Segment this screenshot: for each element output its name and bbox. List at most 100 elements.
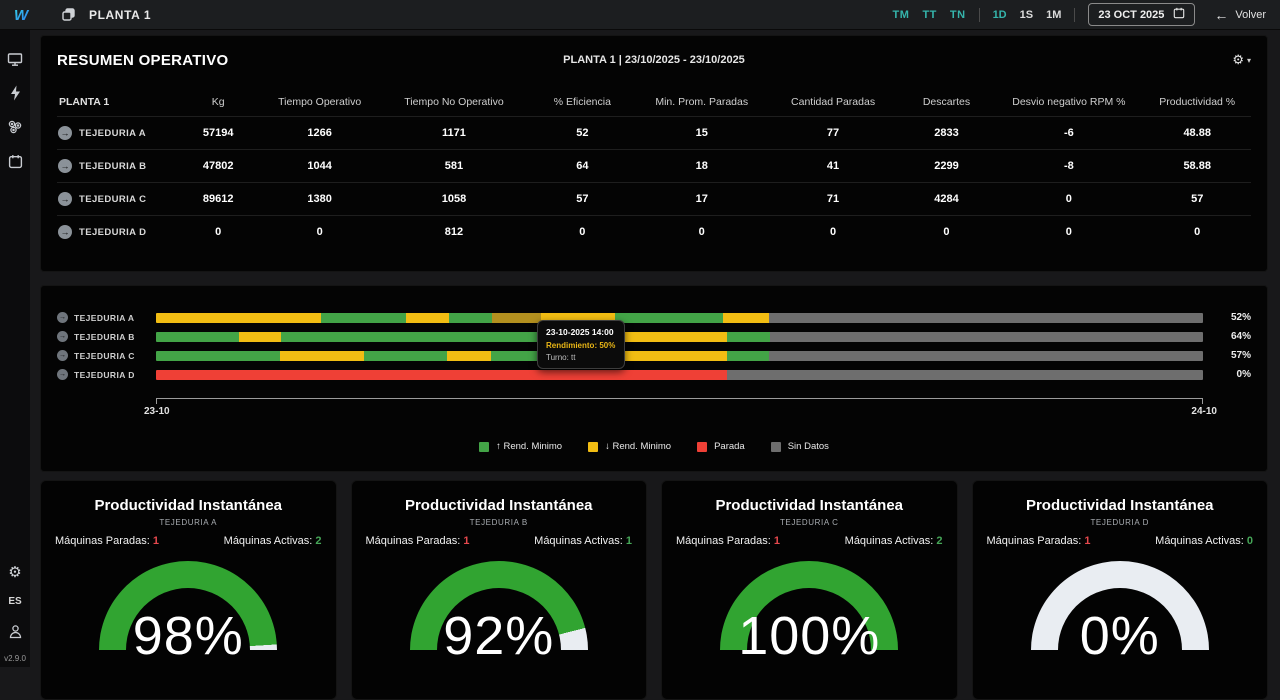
- tooltip-turno: Turno: tt: [546, 353, 616, 362]
- bar-segment[interactable]: [769, 351, 1202, 361]
- table-cell: 71: [767, 184, 898, 214]
- table-row[interactable]: →TEJEDURIA B4780210445816418412299-858.8…: [57, 149, 1251, 182]
- bar-segment[interactable]: [769, 313, 1202, 323]
- bar-segment[interactable]: [447, 351, 491, 361]
- timeline-bar[interactable]: [156, 313, 1203, 323]
- app-logo[interactable]: W: [14, 5, 36, 25]
- timeline-bar[interactable]: [156, 351, 1203, 361]
- row-expand-icon[interactable]: →: [57, 369, 68, 380]
- bar-segment[interactable]: [449, 313, 492, 323]
- row-expand-icon[interactable]: →: [57, 350, 68, 361]
- table-column-header: Descartes: [899, 90, 995, 116]
- productivity-card: Productividad InstantáneaTEJEDURIA BMáqu…: [351, 480, 648, 700]
- table-column-header: Kg: [176, 90, 260, 116]
- machines-activas-value: 2: [936, 535, 942, 547]
- row-expand-icon[interactable]: →: [58, 126, 72, 140]
- top-bar: W PLANTA 1 TM TT TN 1D 1S 1M 23 OCT 2025: [0, 0, 1280, 30]
- row-expand-icon[interactable]: →: [58, 159, 72, 173]
- bar-segment[interactable]: [156, 332, 239, 342]
- table-column-header: Productividad %: [1143, 90, 1250, 116]
- bar-segment[interactable]: [156, 351, 280, 361]
- card-machines: Máquinas Paradas: 1Máquinas Activas: 2: [676, 535, 943, 547]
- language-selector[interactable]: ES: [8, 596, 21, 607]
- row-name-label: TEJEDURIA B: [79, 161, 146, 172]
- table-cell: -6: [994, 118, 1143, 148]
- lightning-icon[interactable]: [0, 76, 30, 110]
- timeline-row-name: TEJEDURIA A: [74, 313, 134, 323]
- legend-item[interactable]: Sin Datos: [771, 441, 829, 452]
- shift-button-tt[interactable]: TT: [922, 9, 936, 21]
- pages-icon[interactable]: [62, 8, 75, 21]
- row-expand-icon[interactable]: →: [58, 225, 72, 239]
- period-button-1s[interactable]: 1S: [1020, 9, 1033, 21]
- bar-segment[interactable]: [156, 313, 321, 323]
- table-cell: 0: [636, 217, 767, 247]
- machines-paradas: Máquinas Paradas: 1: [55, 535, 159, 547]
- legend-item[interactable]: ↓ Rend. Minimo: [588, 441, 671, 452]
- settings-gear-icon[interactable]: ⚙: [0, 555, 30, 589]
- table-cell: 47802: [176, 151, 260, 181]
- bar-segment[interactable]: [280, 351, 365, 361]
- bar-segment[interactable]: [615, 351, 727, 361]
- bar-segment[interactable]: [156, 370, 727, 380]
- legend-swatch: [479, 442, 489, 452]
- bar-segment[interactable]: [492, 313, 541, 323]
- table-row[interactable]: →TEJEDURIA A57194126611715215772833-648.…: [57, 116, 1251, 149]
- bar-segment[interactable]: [615, 332, 727, 342]
- bar-segment[interactable]: [406, 313, 449, 323]
- chevron-down-icon: ▾: [1247, 56, 1251, 65]
- bar-segment[interactable]: [615, 313, 724, 323]
- table-cell: 812: [379, 217, 528, 247]
- timeline-row-name: TEJEDURIA C: [74, 351, 135, 361]
- date-picker[interactable]: 23 OCT 2025: [1088, 3, 1195, 26]
- table-cell: 581: [379, 151, 528, 181]
- legend-item[interactable]: ↑ Rend. Minimo: [479, 441, 562, 452]
- bar-segment[interactable]: [770, 332, 1203, 342]
- user-icon[interactable]: [0, 614, 30, 648]
- period-button-1d[interactable]: 1D: [993, 9, 1007, 21]
- divider: [979, 8, 980, 22]
- gauge-value: 0%: [1031, 605, 1209, 667]
- back-button[interactable]: ← Volver: [1214, 8, 1266, 22]
- row-expand-icon[interactable]: →: [57, 312, 68, 323]
- timeline-row: →TEJEDURIA A52%: [57, 308, 1251, 327]
- bar-segment[interactable]: [727, 351, 770, 361]
- monitor-icon[interactable]: [0, 42, 30, 76]
- row-name-cell: →TEJEDURIA A: [57, 117, 176, 149]
- bar-segment[interactable]: [239, 332, 281, 342]
- bar-segment[interactable]: [364, 351, 447, 361]
- spools-icon[interactable]: [0, 110, 30, 144]
- timeline-bar[interactable]: [156, 370, 1203, 380]
- table-row[interactable]: →TEJEDURIA C89612138010585717714284057: [57, 182, 1251, 215]
- bar-segment[interactable]: [727, 370, 1203, 380]
- shift-button-tm[interactable]: TM: [893, 9, 910, 21]
- legend-item[interactable]: Parada: [697, 441, 745, 452]
- period-button-1m[interactable]: 1M: [1046, 9, 1061, 21]
- table-cell: 0: [1143, 217, 1250, 247]
- table-row[interactable]: →TEJEDURIA D00812000000: [57, 215, 1251, 248]
- timeline-row-name: TEJEDURIA B: [74, 332, 135, 342]
- calendar-icon-sidebar[interactable]: [0, 144, 30, 178]
- timeline-row-label: → TEJEDURIA C: [57, 350, 156, 361]
- legend-swatch: [697, 442, 707, 452]
- timeline-bar[interactable]: [156, 332, 1203, 342]
- machines-activas: Máquinas Activas: 2: [845, 535, 943, 547]
- panel-settings-button[interactable]: ⚙ ▾: [1232, 52, 1251, 68]
- shift-button-tn[interactable]: TN: [950, 9, 966, 21]
- table-cell: 1171: [379, 118, 528, 148]
- productivity-card: Productividad InstantáneaTEJEDURIA AMáqu…: [40, 480, 337, 700]
- timeline-axis: [156, 398, 1203, 404]
- row-expand-icon[interactable]: →: [58, 192, 72, 206]
- table-cell: 57: [1143, 184, 1250, 214]
- bar-segment[interactable]: [321, 313, 406, 323]
- bar-segment[interactable]: [723, 313, 769, 323]
- table-cell: 41: [767, 151, 898, 181]
- table-cell: 57: [529, 184, 636, 214]
- card-title: Productividad Instantánea: [55, 497, 322, 514]
- row-expand-icon[interactable]: →: [57, 331, 68, 342]
- plant-title: PLANTA 1: [89, 8, 151, 22]
- table-cell: 18: [636, 151, 767, 181]
- card-machines: Máquinas Paradas: 1Máquinas Activas: 1: [366, 535, 633, 547]
- bar-segment[interactable]: [727, 332, 770, 342]
- timeline-row: →TEJEDURIA D0%: [57, 365, 1251, 384]
